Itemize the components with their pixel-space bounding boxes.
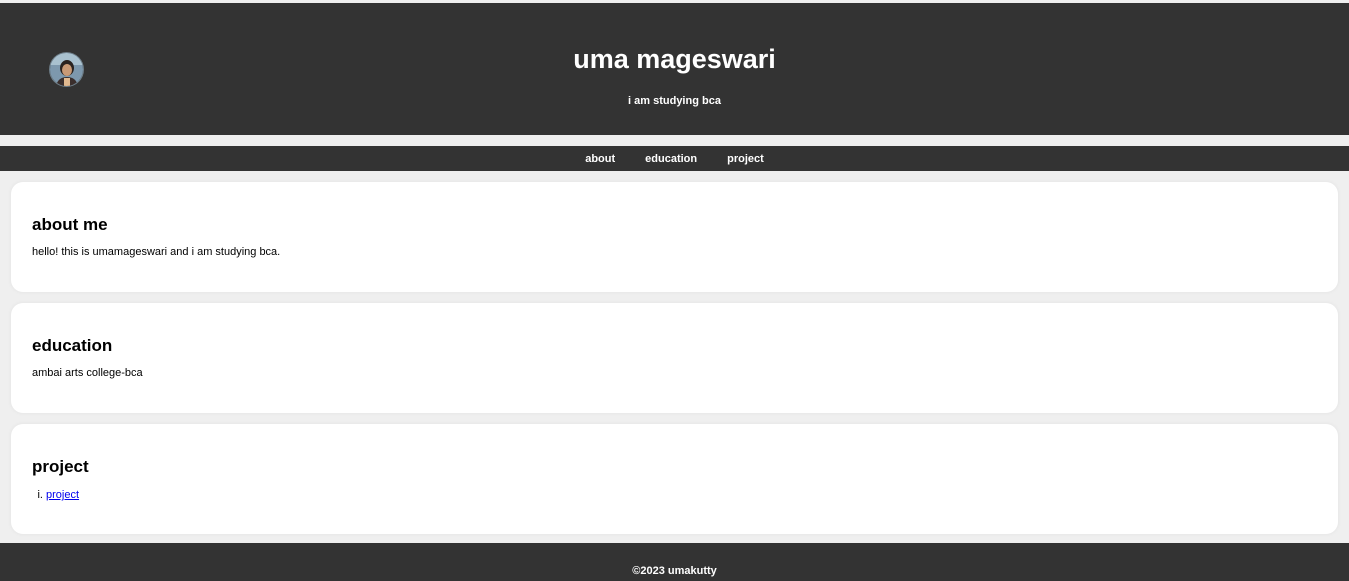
nav-link-about[interactable]: about xyxy=(585,152,615,166)
education-heading: education xyxy=(32,336,113,355)
tagline: i am studying bca xyxy=(628,95,721,107)
project-section: project project xyxy=(11,424,1338,534)
about-heading: about me xyxy=(32,215,108,234)
project-list: project xyxy=(32,488,1317,502)
nav-link-project[interactable]: project xyxy=(727,152,764,166)
education-text: ambai arts college-bca xyxy=(32,367,143,379)
main-nav: about education project xyxy=(0,146,1349,171)
project-heading: project xyxy=(32,457,89,476)
site-header: uma mageswari i am studying bca xyxy=(0,3,1349,135)
about-text: hello! this is umamageswari and i am stu… xyxy=(32,246,281,258)
site-title: uma mageswari xyxy=(573,44,776,74)
project-link[interactable]: project xyxy=(46,489,79,501)
header-gap xyxy=(0,135,1349,146)
list-item: project xyxy=(46,488,1317,502)
site-footer: ©2023 umakutty xyxy=(0,543,1349,581)
footer-text: ©2023 umakutty xyxy=(632,565,717,577)
about-section: about me hello! this is umamageswari and… xyxy=(11,182,1338,292)
education-section: education ambai arts college-bca xyxy=(11,303,1338,413)
nav-link-education[interactable]: education xyxy=(645,152,697,166)
main-content: about me hello! this is umamageswari and… xyxy=(0,171,1349,534)
